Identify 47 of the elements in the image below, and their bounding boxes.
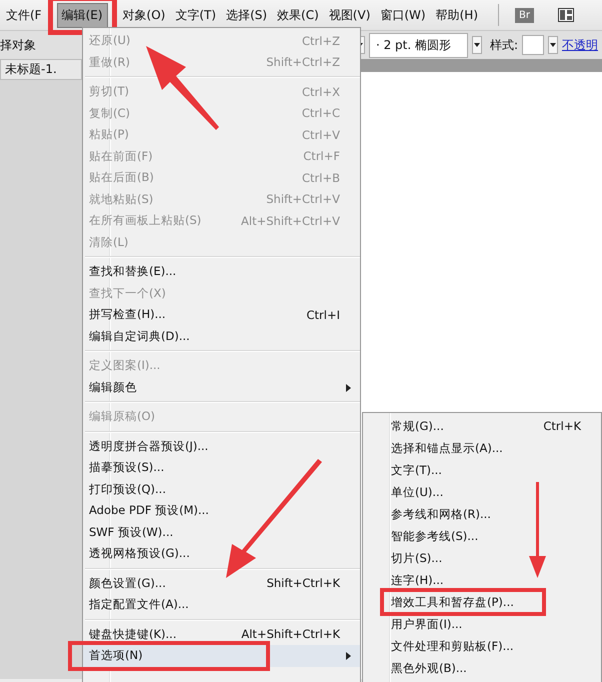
menu-item[interactable]: 编辑自定词典(D)...: [83, 326, 360, 347]
menu-item[interactable]: Adobe PDF 预设(M)...: [83, 500, 360, 522]
menu-item[interactable]: 黑色外观(B)...: [363, 657, 601, 679]
menu-item[interactable]: 编辑颜色: [83, 376, 360, 398]
menu-bar-item[interactable]: 文件(F: [2, 4, 46, 26]
submenu-arrow-icon: [346, 652, 351, 660]
opacity-link[interactable]: 不透明: [562, 36, 598, 54]
menu-bar-item[interactable]: 帮助(H): [432, 4, 482, 26]
menu-bar-item[interactable]: 文字(T): [171, 4, 220, 26]
menu-item[interactable]: 切片(S)...: [363, 547, 601, 569]
submenu-arrow-icon: [346, 384, 351, 392]
menu-bar-item[interactable]: 选择(S): [222, 4, 272, 26]
menu-item[interactable]: 智能参考线(S)...: [363, 525, 601, 547]
menu-item[interactable]: 键盘快捷键(K)... Alt+Shift+Ctrl+K: [83, 624, 360, 645]
menu-item[interactable]: 指定配置文件(A)...: [83, 594, 360, 616]
dropdown-caret-icon[interactable]: [472, 36, 482, 54]
menu-item[interactable]: 文件处理和剪贴板(F)...: [363, 635, 601, 657]
style-swatch[interactable]: [522, 35, 544, 55]
layout-icon[interactable]: [558, 8, 574, 22]
menu-item[interactable]: SWF 预设(W)...: [83, 522, 360, 543]
menu-item[interactable]: 透视网格预设(G)...: [83, 543, 360, 564]
menu-item[interactable]: 拼写检查(H)... Ctrl+I: [83, 304, 360, 326]
selection-label: 择对象: [0, 36, 36, 54]
menu-item[interactable]: 用户界面(I)...: [363, 613, 601, 635]
menu-bar-item[interactable]: 效果(C): [273, 4, 323, 26]
style-label: 样式:: [490, 36, 518, 54]
menu-item[interactable]: 文字(T)...: [363, 459, 601, 481]
menu-bar-item[interactable]: 对象(O): [118, 4, 170, 26]
menu-item[interactable]: 首选项(N): [83, 645, 360, 666]
dropdown-caret-icon[interactable]: [548, 36, 558, 54]
menu-item[interactable]: 常规(G)... Ctrl+K: [363, 415, 601, 437]
menu-bar-item[interactable]: 视图(V): [324, 4, 374, 26]
menu-item[interactable]: 查找和替换(E)...: [83, 261, 360, 282]
brush-dropdown[interactable]: · 2 pt. 椭圆形: [368, 32, 468, 58]
menu-item[interactable]: 连字(H)...: [363, 569, 601, 591]
bridge-button[interactable]: Br: [515, 8, 534, 22]
menu-item[interactable]: 打印预设(Q)...: [83, 478, 360, 500]
menu-item[interactable]: 透明度拼合器预设(J)...: [83, 436, 360, 457]
menu-item[interactable]: 选择和锚点显示(A)...: [363, 437, 601, 459]
menu-bar-item[interactable]: 窗口(W): [376, 4, 430, 26]
menu-item[interactable]: 描摹预设(S)...: [83, 457, 360, 478]
menu-item[interactable]: 参考线和网格(R)...: [363, 503, 601, 525]
menu-item[interactable]: 颜色设置(G)... Shift+Ctrl+K: [83, 572, 360, 594]
menu-item[interactable]: 单位(U)...: [363, 481, 601, 503]
menu-item[interactable]: 增效工具和暂存盘(P)...: [363, 591, 601, 613]
document-tab[interactable]: 未标题-1.: [0, 59, 82, 80]
menu-bar-item[interactable]: 编辑(E): [56, 2, 108, 28]
